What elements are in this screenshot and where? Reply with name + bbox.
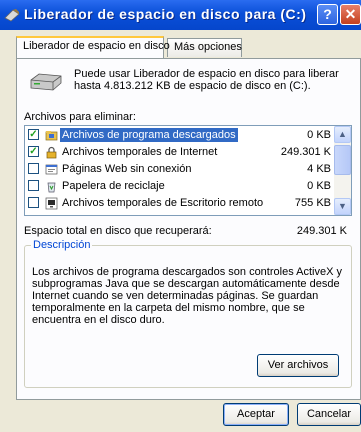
file-name: Archivos temporales de Internet xyxy=(62,146,218,158)
list-item[interactable]: Páginas Web sin conexión 4 KB xyxy=(25,161,335,178)
scroll-down-icon[interactable]: ▼ xyxy=(334,198,351,215)
list-item[interactable]: ✓ Archivos temporales de Internet 249.30… xyxy=(25,144,335,161)
description-legend: Descripción xyxy=(31,239,93,251)
title-bar[interactable]: Liberador de espacio en disco para (C:) … xyxy=(0,0,361,30)
cancel-button[interactable]: Cancelar xyxy=(297,403,361,426)
file-size: 249.301 K xyxy=(280,146,331,158)
file-size: 4 KB xyxy=(307,163,331,175)
hard-drive-icon xyxy=(30,73,62,91)
file-size: 0 KB xyxy=(307,129,331,141)
file-name: Archivos temporales de Escritorio remoto xyxy=(62,197,264,209)
scroll-thumb[interactable] xyxy=(334,145,351,175)
disk-cleanup-icon xyxy=(4,9,20,22)
checkbox[interactable]: ✓ xyxy=(28,146,39,157)
intro-text: Puede usar Liberador de espacio en disco… xyxy=(74,68,339,92)
tab-disk-cleanup[interactable]: Liberador de espacio en disco xyxy=(16,36,170,58)
checkbox[interactable] xyxy=(28,180,39,191)
scroll-up-icon[interactable]: ▲ xyxy=(334,126,351,143)
checkbox[interactable]: ✓ xyxy=(28,129,39,140)
files-list[interactable]: ✓ Archivos de programa descargados 0 KB … xyxy=(24,125,352,216)
remote-desktop-icon xyxy=(45,197,58,210)
file-name: Archivos de programa descargados xyxy=(60,128,238,142)
total-label: Espacio total en disco que recuperará: xyxy=(24,225,212,237)
list-item[interactable]: Archivos temporales de Escritorio remoto… xyxy=(25,195,335,212)
checkbox[interactable] xyxy=(28,163,39,174)
window-title: Liberador de espacio en disco para (C:) xyxy=(24,6,307,22)
description-text: Los archivos de programa descargados son… xyxy=(32,266,342,326)
close-button[interactable]: ✕ xyxy=(340,4,361,25)
ok-button[interactable]: Aceptar xyxy=(223,403,289,426)
checkbox[interactable] xyxy=(28,197,39,208)
list-scrollbar[interactable]: ▲ ▼ xyxy=(334,126,351,215)
list-item[interactable]: Papelera de reciclaje 0 KB xyxy=(25,178,335,195)
file-size: 0 KB xyxy=(307,180,331,192)
file-name: Papelera de reciclaje xyxy=(62,180,165,192)
file-name: Páginas Web sin conexión xyxy=(62,163,192,175)
recycle-bin-icon xyxy=(47,182,56,193)
folder-icon xyxy=(45,131,58,141)
file-size: 755 KB xyxy=(294,197,331,209)
help-button[interactable]: ? xyxy=(317,4,338,25)
tab-panel: Puede usar Liberador de espacio en disco… xyxy=(16,58,361,400)
webpage-icon xyxy=(45,164,58,175)
files-label: Archivos para eliminar: xyxy=(24,111,136,123)
lock-icon xyxy=(46,146,57,159)
view-files-button[interactable]: Ver archivos xyxy=(257,354,339,377)
list-item[interactable]: ✓ Archivos de programa descargados 0 KB xyxy=(25,127,335,144)
tab-more-options[interactable]: Más opciones xyxy=(167,38,242,57)
total-value: 249.301 K xyxy=(296,225,347,237)
